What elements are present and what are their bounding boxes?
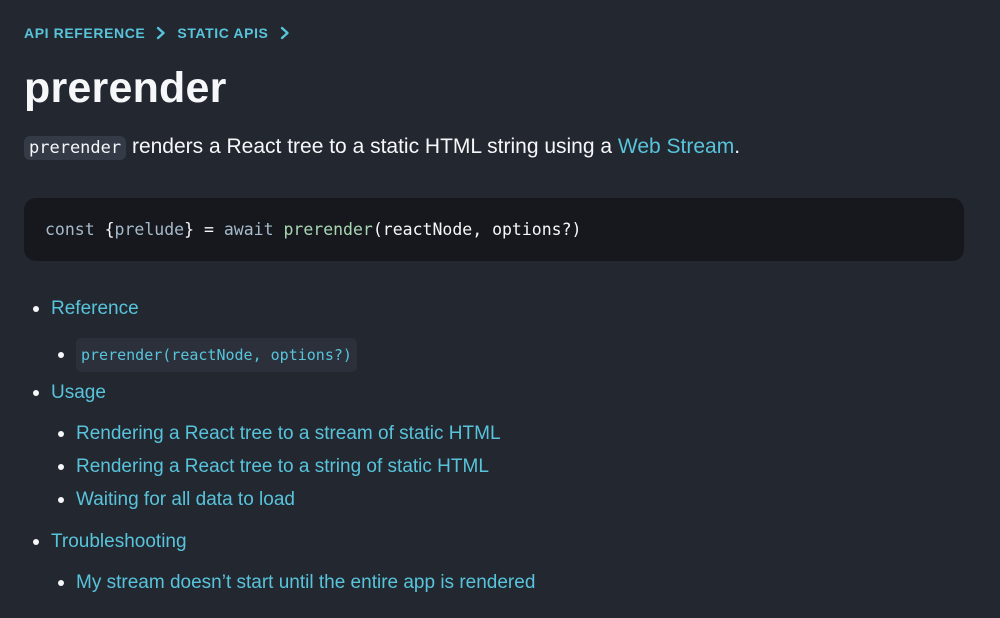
toc-item-usage-3: Waiting for all data to load (58, 486, 295, 514)
intro-code: prerender (24, 136, 127, 160)
intro-end: . (734, 135, 741, 158)
toc-link-reference[interactable]: Reference (51, 295, 139, 323)
toc-item-usage-1: Rendering a React tree to a stream of st… (58, 420, 501, 448)
web-stream-link[interactable]: Web Stream (618, 135, 734, 158)
toc-link-stream-not-starting[interactable]: My stream doesn’t start until the entire… (76, 569, 535, 597)
bullet-icon (58, 431, 64, 437)
code-token: } (184, 220, 195, 239)
code-token: prelude (114, 220, 185, 239)
bullet-icon (58, 352, 64, 358)
code-token: (reactNode, options?) (372, 220, 582, 239)
page-title: prerender (24, 64, 227, 112)
intro-paragraph: prerender renders a React tree to a stat… (24, 131, 740, 164)
code-block: const {prelude} = await prerender (reactN… (24, 198, 964, 261)
toc-link-prerender-signature[interactable]: prerender(reactNode, options?) (76, 338, 357, 372)
chevron-right-icon (154, 23, 168, 43)
bullet-icon (58, 464, 64, 470)
bullet-icon (58, 580, 64, 586)
breadcrumb-static-apis[interactable]: STATIC APIS (177, 25, 268, 41)
bullet-icon (58, 497, 64, 503)
toc-item-reference-signature: prerender(reactNode, options?) (58, 338, 357, 372)
chevron-right-icon (278, 23, 292, 43)
intro-text: renders a React tree to a static HTML st… (126, 135, 618, 158)
toc-link-usage[interactable]: Usage (51, 379, 106, 407)
toc-item-troubleshooting: Troubleshooting (33, 528, 187, 556)
bullet-icon (33, 390, 39, 396)
code-token: await (223, 220, 274, 239)
breadcrumb: API REFERENCE STATIC APIS (24, 23, 301, 43)
code-token: const (45, 220, 95, 239)
toc-link-troubleshooting[interactable]: Troubleshooting (51, 528, 187, 556)
code-token: = (194, 220, 224, 239)
code-token: { (104, 220, 115, 239)
code-token: prerender (283, 220, 373, 239)
toc-link-rendering-stream[interactable]: Rendering a React tree to a stream of st… (76, 420, 501, 448)
bullet-icon (33, 306, 39, 312)
toc-item-usage: Usage (33, 379, 106, 407)
toc-item-reference: Reference (33, 295, 139, 323)
toc-link-waiting-data[interactable]: Waiting for all data to load (76, 486, 295, 514)
toc-link-rendering-string[interactable]: Rendering a React tree to a string of st… (76, 453, 489, 481)
toc-item-usage-2: Rendering a React tree to a string of st… (58, 453, 489, 481)
toc-item-troubleshooting-1: My stream doesn’t start until the entire… (58, 569, 535, 597)
breadcrumb-api-reference[interactable]: API REFERENCE (24, 25, 145, 41)
bullet-icon (33, 539, 39, 545)
